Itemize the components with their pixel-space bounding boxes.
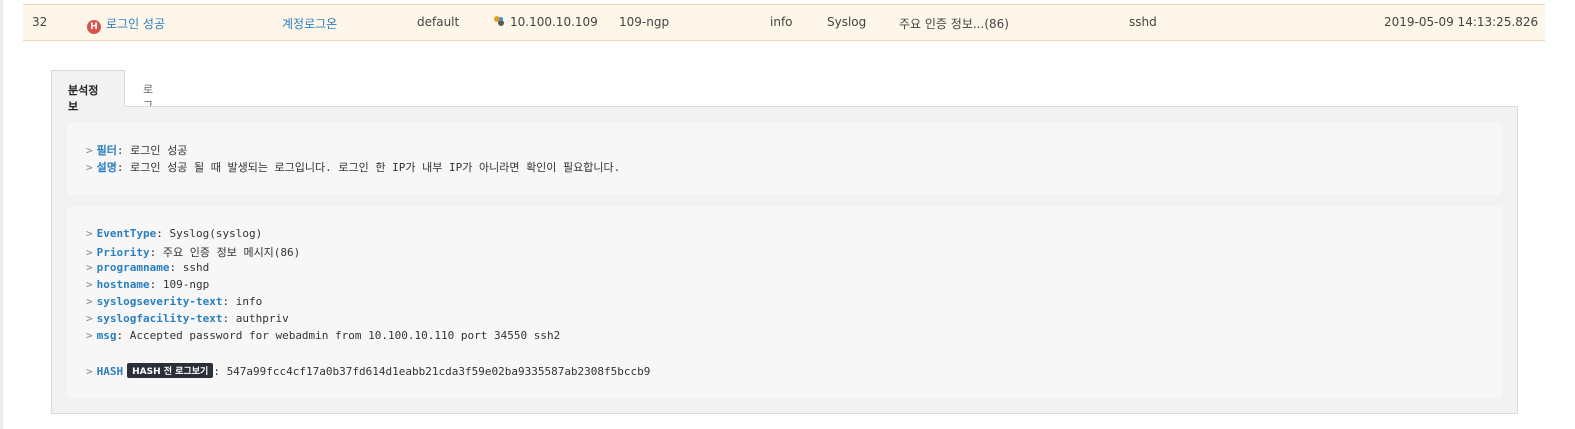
filter-line: > 필터: 로그인 성공 bbox=[86, 144, 188, 157]
field-line: > hostname: 109-ngp bbox=[86, 278, 210, 291]
field-value: Syslog(syslog) bbox=[169, 227, 263, 240]
field-value: sshd bbox=[182, 261, 210, 274]
field-key: programname bbox=[96, 261, 170, 274]
field-line: > syslogfacility-text: authpriv bbox=[86, 312, 289, 325]
field-value: info bbox=[235, 295, 263, 308]
field-key: EventType bbox=[96, 227, 157, 240]
tab-log-detail[interactable]: 로그상세 bbox=[127, 70, 169, 144]
left-border bbox=[0, 0, 3, 429]
row-index: 32 bbox=[32, 15, 48, 29]
field-key: Priority bbox=[96, 246, 150, 259]
field-key: syslogfacility-text bbox=[96, 312, 223, 325]
description-key: 설명 bbox=[96, 161, 117, 174]
description-value: 로그인 성공 될 때 발생되는 로그입니다. 로그인 한 IP가 내부 IP가 … bbox=[130, 161, 621, 174]
description-line: > 설명: 로그인 성공 될 때 발생되는 로그입니다. 로그인 한 IP가 내부… bbox=[86, 161, 621, 174]
hash-key: HASH bbox=[96, 365, 124, 378]
analysis-panel: > 필터: 로그인 성공 > 설명: 로그인 성공 될 때 발생되는 로그입니다. … bbox=[51, 106, 1518, 414]
level-cell: info bbox=[770, 15, 793, 29]
field-value: 주요 인증 정보 메시지(86) bbox=[162, 246, 301, 259]
hash-line: > HASH HASH 전 로그보기: 547a99fcc4cf17a0b37fd6… bbox=[86, 363, 651, 378]
field-key: msg bbox=[96, 329, 117, 342]
host-cell: 109-ngp bbox=[619, 15, 670, 29]
hash-value: 547a99fcc4cf17a0b37fd614d1eabb21cda3f59e… bbox=[226, 365, 651, 378]
field-line: > Priority: 주요 인증 정보 메시지(86) bbox=[86, 246, 301, 259]
filter-key: 필터 bbox=[96, 144, 117, 157]
message-cell[interactable]: 주요 인증 정보...(86) bbox=[899, 15, 1009, 32]
ip-tag-icon bbox=[494, 16, 504, 26]
field-line: > syslogseverity-text: info bbox=[86, 295, 263, 308]
field-line: > programname: sshd bbox=[86, 261, 210, 274]
group-cell: default bbox=[417, 15, 460, 29]
filter-value: 로그인 성공 bbox=[130, 144, 188, 157]
high-severity-badge-icon: H bbox=[87, 20, 101, 34]
tab-analysis-info[interactable]: 분석정보 bbox=[51, 70, 125, 113]
analysis-card: > 필터: 로그인 성공 > 설명: 로그인 성공 될 때 발생되는 로그입니다. … bbox=[67, 123, 1502, 195]
timestamp-cell: 2019-05-09 14:13:25.826 bbox=[1384, 15, 1539, 29]
fields-card: > EventType: Syslog(syslog) > Priority: 주요… bbox=[67, 206, 1502, 398]
log-table-row[interactable]: 32 H 로그인 성공 계정로그온 default 10.100.10.109 1… bbox=[23, 4, 1545, 41]
ip-address: 10.100.10.109 bbox=[510, 15, 598, 29]
ip-cell[interactable]: 10.100.10.109 bbox=[493, 15, 598, 29]
field-value: authpriv bbox=[235, 312, 289, 325]
type-cell: Syslog bbox=[827, 15, 867, 29]
program-cell: sshd bbox=[1129, 15, 1157, 29]
view-pre-hash-log-button[interactable]: HASH 전 로그보기 bbox=[127, 363, 214, 378]
event-name-cell[interactable]: H 로그인 성공 bbox=[87, 15, 165, 34]
field-value: Accepted password for webadmin from 10.1… bbox=[129, 329, 561, 342]
field-line: > msg: Accepted password for webadmin fro… bbox=[86, 329, 561, 342]
event-name-link[interactable]: 로그인 성공 bbox=[106, 17, 165, 31]
category-link[interactable]: 계정로그온 bbox=[282, 15, 337, 32]
field-value: 109-ngp bbox=[162, 278, 210, 291]
field-line: > EventType: Syslog(syslog) bbox=[86, 227, 263, 240]
field-key: syslogseverity-text bbox=[96, 295, 223, 308]
field-key: hostname bbox=[96, 278, 150, 291]
